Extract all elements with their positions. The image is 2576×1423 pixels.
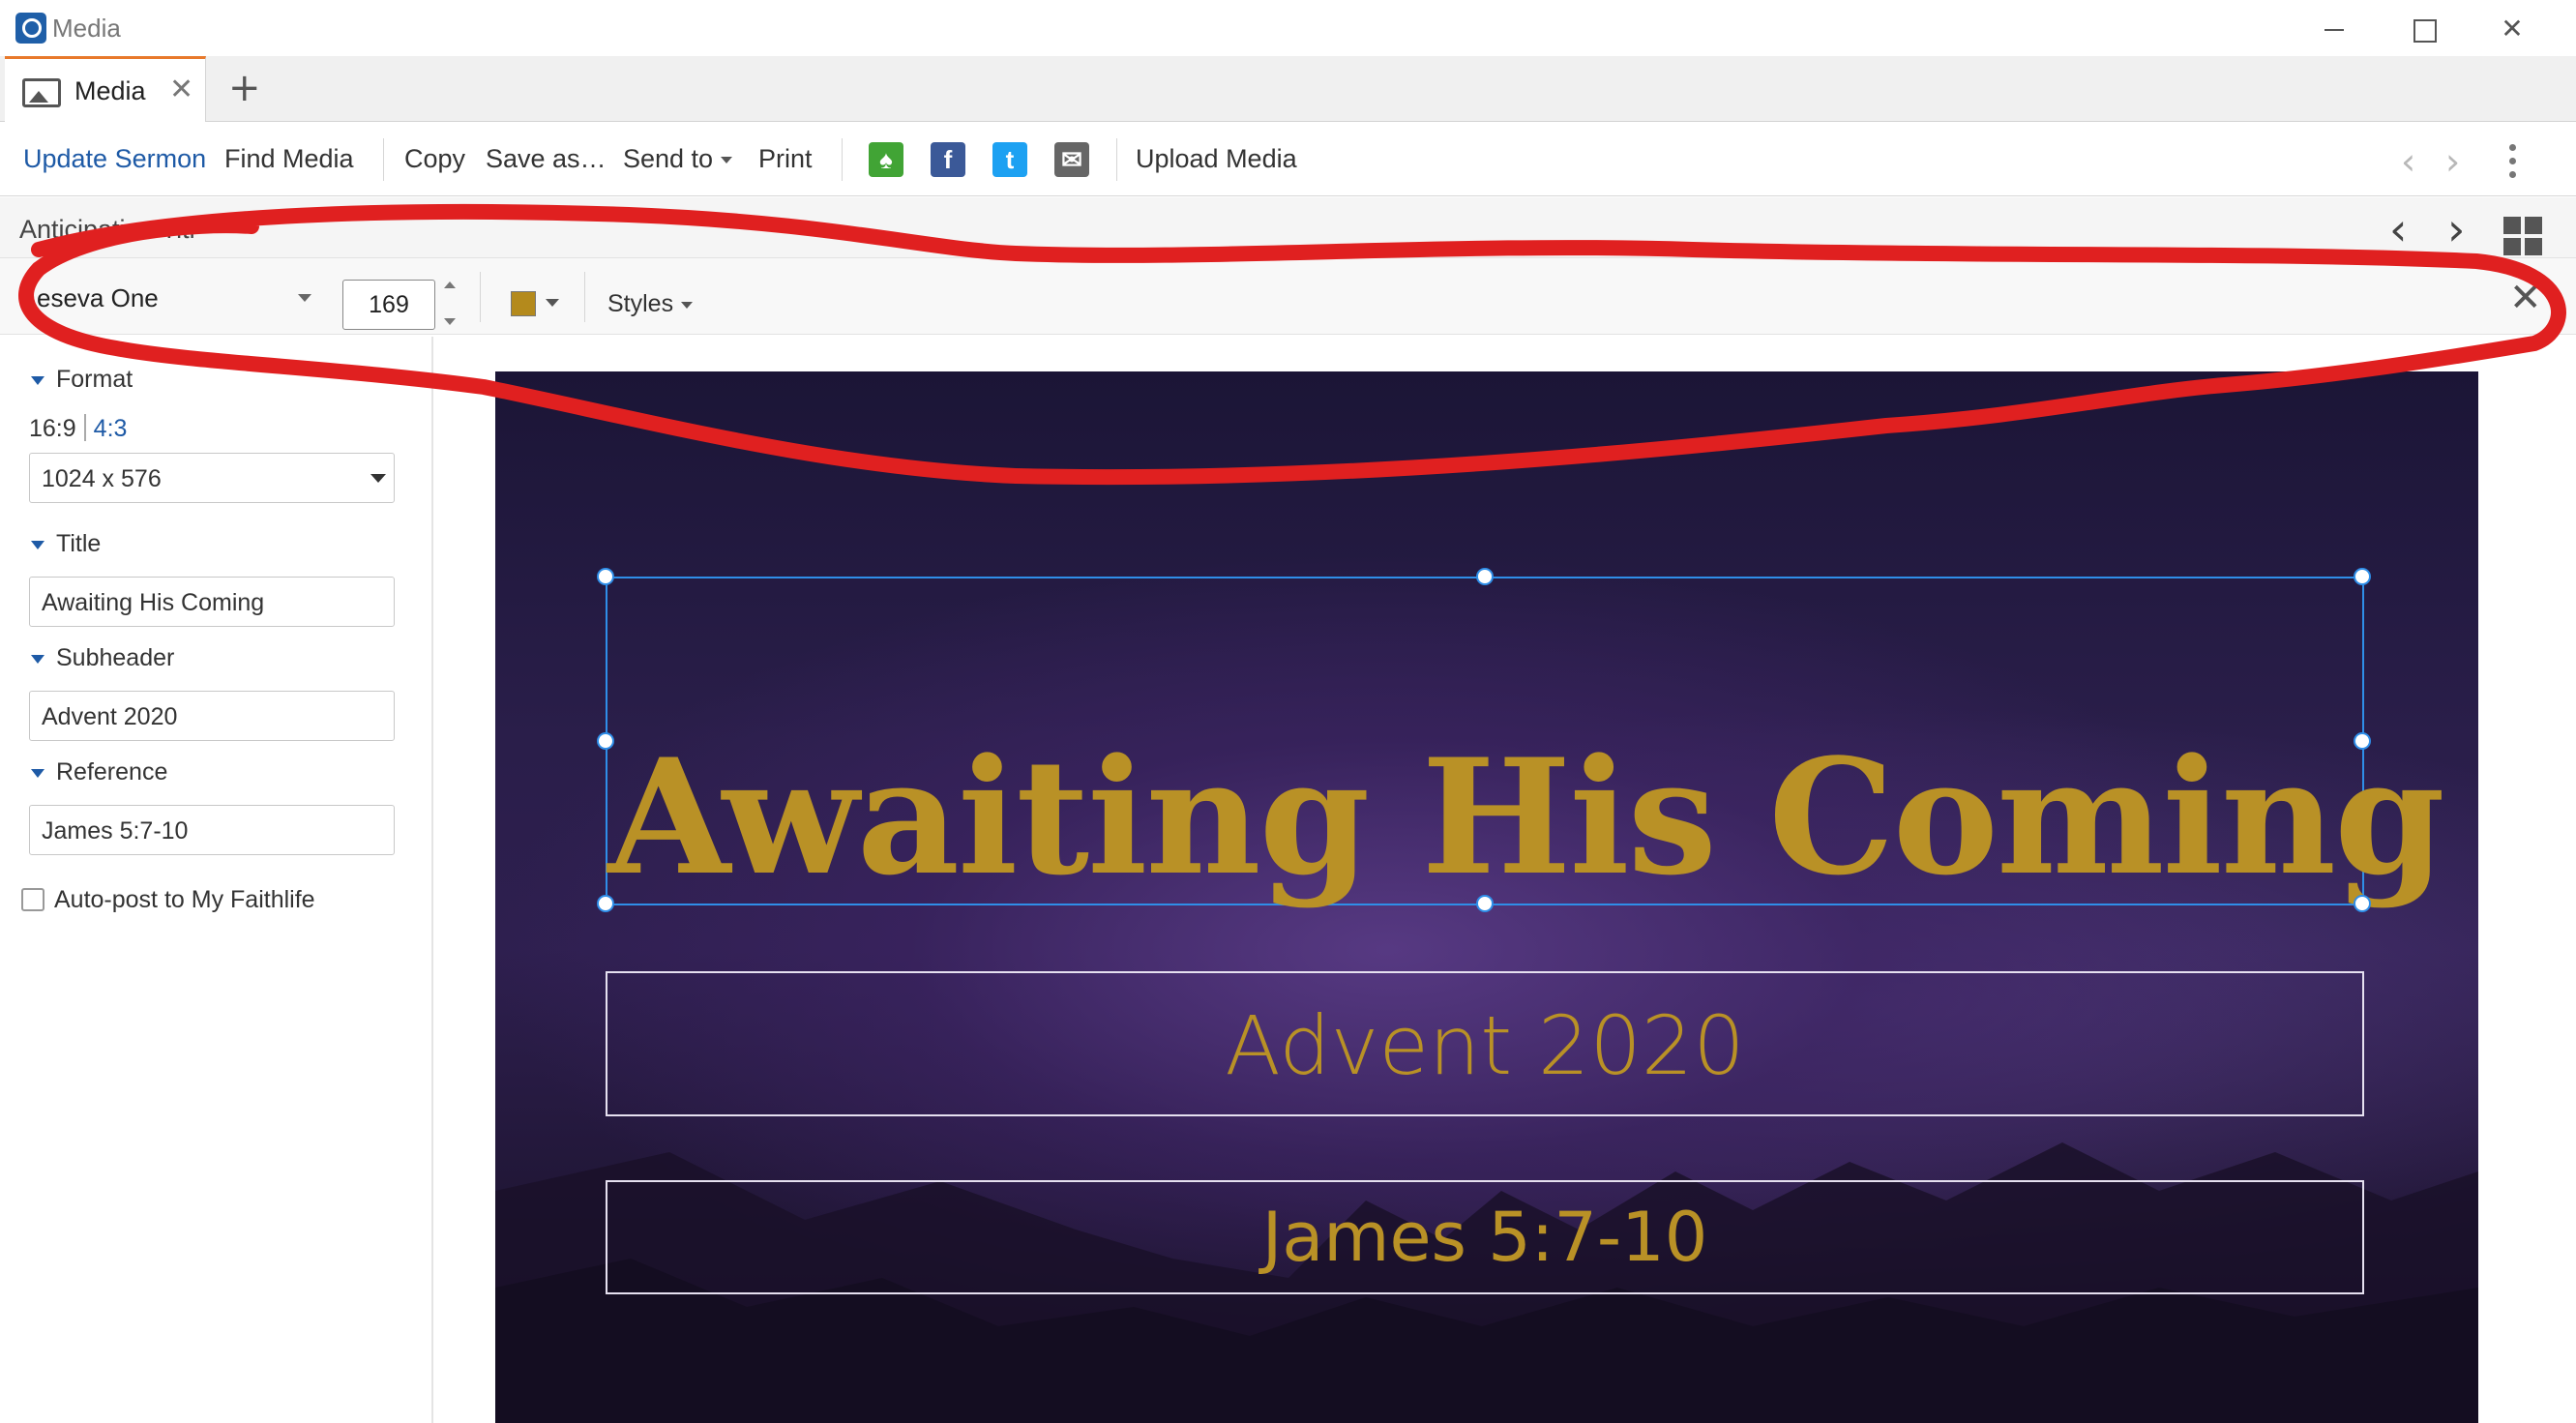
properties-panel: Format 16:9 4:3 1024 x 576 Title Awaiting… (4, 337, 433, 1423)
close-format-bar-icon[interactable]: ✕ (2509, 276, 2542, 320)
increase-icon[interactable] (444, 282, 456, 288)
minimize-button[interactable] (2315, 10, 2354, 48)
twitter-icon[interactable]: t (992, 142, 1027, 177)
title-heading: Title (56, 530, 102, 557)
chevron-down-icon (370, 474, 386, 483)
resize-handle-nw[interactable] (597, 568, 614, 585)
app-logo-icon (15, 13, 46, 44)
copy-button[interactable]: Copy (404, 144, 465, 174)
title-text-box[interactable]: Awaiting His Coming (597, 568, 2445, 912)
history-back-icon[interactable]: ‹ (2401, 140, 2415, 183)
chevron-down-icon (298, 294, 311, 302)
resize-handle-s[interactable] (1476, 895, 1494, 912)
text-color-swatch[interactable] (511, 291, 536, 316)
reference-input[interactable]: James 5:7-10 (29, 805, 395, 855)
font-size-stepper[interactable] (443, 276, 459, 330)
maximize-button[interactable] (2404, 10, 2443, 48)
previous-template-icon[interactable]: ‹ (2389, 203, 2407, 255)
styles-label: Styles (607, 290, 674, 317)
format-section-toggle[interactable]: Format (31, 366, 133, 394)
autopost-checkbox[interactable] (21, 888, 44, 911)
image-gallery-icon (22, 78, 61, 107)
reference-section-toggle[interactable]: Reference (31, 758, 167, 786)
ratio-divider (83, 414, 86, 441)
document-title: Anticipation Titl (19, 215, 195, 244)
slide-preview: Awaiting His Coming Advent 2020 James 5:… (495, 371, 2478, 1423)
title-bar: Media ✕ (0, 0, 2576, 56)
canvas-margin (2557, 337, 2576, 1423)
tab-media[interactable]: Media ✕ (5, 56, 206, 122)
toolbar-divider (383, 138, 384, 181)
toolbar: Update Sermon Find Media Copy Save as… S… (0, 123, 2576, 196)
tab-strip: Media ✕ + (0, 56, 2576, 122)
send-to-dropdown[interactable]: Send to (623, 144, 732, 174)
resize-handle-e[interactable] (2354, 732, 2371, 750)
font-family-dropdown[interactable]: eseva One (19, 278, 311, 316)
toolbar-divider (1116, 138, 1117, 181)
text-format-bar: eseva One 169 Styles ✕ (0, 257, 2576, 335)
document-header: Anticipation Titl ‹ › (0, 197, 2576, 257)
tab-label: Media (74, 76, 146, 105)
resolution-value: 1024 x 576 (42, 465, 162, 492)
ratio-16-9-option[interactable]: 16:9 (29, 415, 76, 442)
media-window: Media ✕ Media ✕ + Update Sermon Find Med… (0, 0, 2576, 1423)
title-input[interactable]: Awaiting His Coming (29, 577, 395, 627)
save-as-button[interactable]: Save as… (486, 144, 607, 174)
styles-dropdown[interactable]: Styles (607, 290, 693, 318)
format-divider (480, 272, 481, 322)
toolbar-divider (842, 138, 843, 181)
window-title: Media (52, 14, 121, 43)
print-button[interactable]: Print (758, 144, 813, 174)
reference-input-value: James 5:7-10 (42, 817, 189, 845)
reference-text-box[interactable]: James 5:7-10 (606, 1180, 2364, 1294)
font-size-input[interactable]: 169 (342, 280, 435, 330)
resize-handle-sw[interactable] (597, 895, 614, 912)
aspect-ratio-selector: 16:9 4:3 (29, 414, 127, 443)
tab-close-icon[interactable]: ✕ (169, 73, 193, 106)
update-sermon-link[interactable]: Update Sermon (23, 144, 206, 174)
close-window-button[interactable]: ✕ (2493, 10, 2532, 48)
add-tab-button[interactable]: + (228, 66, 261, 110)
more-options-icon[interactable] (2509, 144, 2517, 185)
autopost-label[interactable]: Auto-post to My Faithlife (54, 886, 315, 914)
subheader-input[interactable]: Advent 2020 (29, 691, 395, 741)
send-to-label: Send to (623, 144, 714, 173)
reference-heading: Reference (56, 758, 168, 786)
slide-title: Awaiting His Coming (607, 724, 2445, 910)
subheader-section-toggle[interactable]: Subheader (31, 644, 174, 672)
facebook-icon[interactable]: f (931, 142, 965, 177)
slide-subheader: Advent 2020 (1225, 998, 1745, 1093)
font-family-value: eseva One (37, 283, 159, 312)
faithlife-share-icon[interactable]: ♠ (869, 142, 903, 177)
resize-handle-w[interactable] (597, 732, 614, 750)
email-icon[interactable]: ✉ (1054, 142, 1089, 177)
next-template-icon[interactable]: › (2447, 203, 2465, 255)
resize-handle-se[interactable] (2354, 895, 2371, 912)
format-heading: Format (56, 366, 133, 393)
grid-view-icon[interactable] (2503, 217, 2544, 257)
resolution-dropdown[interactable]: 1024 x 576 (29, 453, 395, 503)
subheader-heading: Subheader (56, 644, 175, 671)
subheader-input-value: Advent 2020 (42, 703, 178, 730)
resize-handle-n[interactable] (1476, 568, 1494, 585)
ratio-4-3-option[interactable]: 4:3 (94, 415, 128, 442)
decrease-icon[interactable] (444, 318, 456, 325)
resize-handle-ne[interactable] (2354, 568, 2371, 585)
title-input-value: Awaiting His Coming (42, 589, 265, 616)
format-divider (584, 272, 585, 322)
subheader-text-box[interactable]: Advent 2020 (606, 971, 2364, 1116)
find-media-button[interactable]: Find Media (224, 144, 354, 174)
title-section-toggle[interactable]: Title (31, 530, 101, 558)
history-forward-icon[interactable]: › (2445, 140, 2460, 183)
slide-reference: James 5:7-10 (1261, 1198, 1708, 1277)
upload-media-button[interactable]: Upload Media (1136, 144, 1297, 174)
color-dropdown-icon[interactable] (546, 299, 559, 307)
